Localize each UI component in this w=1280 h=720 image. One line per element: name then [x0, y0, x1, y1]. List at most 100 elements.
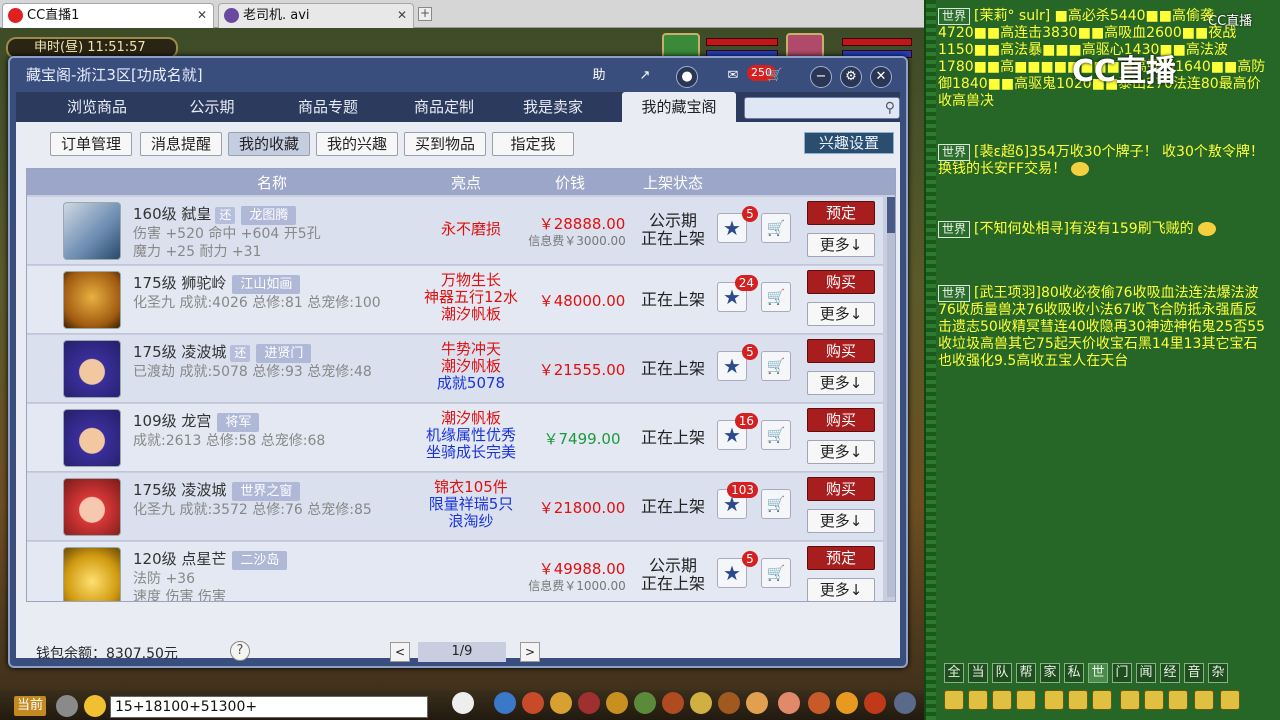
pet-icon[interactable] [452, 692, 474, 714]
tab-purchased[interactable]: 买到物品 [404, 132, 486, 156]
browser-tab-cc[interactable]: CC直播1 ✕ [2, 3, 214, 28]
add-to-cart-icon[interactable]: 🛒 [761, 351, 791, 381]
item-thumbnail[interactable] [63, 271, 121, 329]
help-button[interactable]: 助 [588, 66, 610, 88]
favorite-star-icon[interactable]: ★ 5 [717, 344, 758, 381]
favorite-star-icon[interactable]: ★ 5 [717, 551, 758, 588]
quest-icon[interactable] [578, 692, 600, 714]
chat-channel-tab[interactable]: 私 [1064, 663, 1084, 683]
add-to-cart-icon[interactable]: 🛒 [761, 420, 791, 450]
more-button[interactable]: 更多↓ [807, 509, 875, 533]
bubble-icon[interactable] [1168, 690, 1188, 710]
collapse-icon[interactable] [1220, 690, 1240, 710]
favorite-star-icon[interactable]: ★ 5 [717, 206, 758, 243]
more-button[interactable]: 更多↓ [807, 578, 875, 601]
smile-icon[interactable] [836, 692, 858, 714]
mic-icon[interactable] [56, 695, 78, 717]
tab-messages[interactable]: 消息提醒 [140, 132, 222, 156]
tab-assigned[interactable]: 指定我 [492, 132, 574, 156]
map-icon[interactable] [690, 692, 712, 714]
chat-channel-tab[interactable]: 杂 [1208, 663, 1228, 683]
next-page-button[interactable]: > [520, 642, 540, 662]
buy-button[interactable]: 购买 [807, 270, 875, 294]
share-icon[interactable]: ↗ [634, 66, 656, 88]
chat-channel-tab[interactable]: 当 [968, 663, 988, 683]
activity-icon[interactable] [808, 692, 830, 714]
table-row[interactable]: 160级 弑皇还龙图腾 伤害 +520 命中 +604 开5孔 魔力 +25 耐力 … [27, 197, 883, 265]
buy-button[interactable]: 购买 [807, 408, 875, 432]
table-row[interactable]: 175级 凌波城还进贤门 已渡劫 成就:5078 总修:93 总宠修:48 牛势冲天… [27, 335, 883, 403]
more-button[interactable]: 更多↓ [807, 371, 875, 395]
tab-topics[interactable]: 商品专题 [278, 92, 378, 122]
more-button[interactable]: 更多↓ [807, 302, 875, 326]
tab-custom[interactable]: 商品定制 [394, 92, 494, 122]
item-thumbnail[interactable] [63, 340, 121, 398]
chat-channel-tab[interactable]: 家 [1040, 663, 1060, 683]
table-row[interactable]: 120级 点星芒 二沙岛 法防 +36 速度 伤害 伤害 ￥49988.00 信息费￥10… [27, 542, 883, 601]
pen-icon[interactable] [1120, 690, 1140, 710]
settings-icon[interactable]: ⚙ [840, 66, 862, 88]
lock-icon[interactable] [1092, 690, 1112, 710]
chat-channel-tab[interactable]: 世 [1088, 663, 1108, 683]
table-row[interactable]: 109级 龙宫 将军 成就:2613 总修:58 总宠修:68 潮汐帆板 机缘属性优秀坐… [27, 404, 883, 472]
item-thumbnail[interactable] [63, 202, 121, 260]
scrollbar-thumb[interactable] [887, 197, 895, 233]
browser-tab-video[interactable]: 老司机. avi ✕ [218, 3, 414, 28]
channel-current-button[interactable]: 当前 [14, 696, 46, 716]
close-icon[interactable]: ✕ [397, 4, 407, 27]
add-to-cart-icon[interactable]: 🛒 [761, 489, 791, 519]
tab-orders[interactable]: 订单管理 [50, 132, 132, 156]
close-icon[interactable]: ✕ [197, 4, 207, 27]
message-icon[interactable]: ✉ [722, 66, 744, 88]
more-button[interactable]: 更多↓ [807, 440, 875, 464]
add-to-cart-icon[interactable]: 🛒 [761, 213, 791, 243]
copy-icon[interactable] [1144, 690, 1164, 710]
tab-seller[interactable]: 我是卖家 [508, 92, 598, 122]
list-icon[interactable] [1194, 690, 1214, 710]
tab-interests[interactable]: 我的兴趣 [316, 132, 398, 156]
reserve-button[interactable]: 预定 [807, 546, 875, 570]
buy-button[interactable]: 购买 [807, 477, 875, 501]
favorite-star-icon[interactable]: ★ 16 [717, 413, 758, 450]
arrow-down-icon[interactable] [992, 690, 1012, 710]
chat-channel-tab[interactable]: 闻 [1136, 663, 1156, 683]
interest-settings-button[interactable]: 兴趣设置 [804, 132, 894, 154]
reserve-button[interactable]: 预定 [807, 201, 875, 225]
favorite-star-icon[interactable]: ★ 103 [717, 482, 758, 519]
table-row[interactable]: 175级 狮驼岭 江山如画 化圣九 成就:4026 总修:81 总宠修:100 万物生… [27, 266, 883, 334]
team-icon[interactable] [606, 692, 628, 714]
emoji-icon[interactable] [84, 695, 106, 717]
trade-icon[interactable] [718, 692, 740, 714]
buy-button[interactable]: 购买 [807, 339, 875, 363]
chat-channel-tab[interactable]: 音 [1184, 663, 1204, 683]
search-icon[interactable]: ⚲ [885, 100, 895, 116]
scrollbar[interactable] [887, 197, 895, 597]
favorite-star-icon[interactable]: ★ 24 [717, 275, 758, 312]
table-row[interactable]: 175级 凌波城 世界之窗 化圣九 成就:3572 总修:76 总宠修:85 锦衣10… [27, 473, 883, 541]
shop-icon[interactable] [746, 692, 768, 714]
arrow-left-icon[interactable] [944, 690, 964, 710]
item-thumbnail[interactable] [63, 409, 121, 467]
system-icon[interactable] [864, 692, 886, 714]
monitor-icon[interactable] [894, 692, 916, 714]
add-to-cart-icon[interactable]: 🛒 [761, 558, 791, 588]
chat-channel-tab[interactable]: 队 [992, 663, 1012, 683]
cart-icon[interactable]: 🛒 [764, 66, 786, 88]
search-input[interactable]: ⚲ [744, 97, 900, 119]
close-button[interactable]: ✕ [870, 66, 892, 88]
tab-favorites[interactable]: 我的收藏 [228, 132, 310, 156]
chat-channel-tab[interactable]: 全 [944, 663, 964, 683]
item-thumbnail[interactable] [63, 478, 121, 536]
tool-icon[interactable] [494, 692, 516, 714]
chat-channel-tab[interactable]: 经 [1160, 663, 1180, 683]
record-icon[interactable]: ● [676, 66, 698, 88]
chat-channel-tab[interactable]: 帮 [1016, 663, 1036, 683]
help-icon[interactable]: ? [230, 641, 250, 661]
more-button[interactable]: 更多↓ [807, 233, 875, 257]
item-thumbnail[interactable] [63, 547, 121, 601]
tab-my-pavilion[interactable]: 我的藏宝阁 [622, 92, 736, 122]
friend-icon[interactable] [634, 692, 656, 714]
guild-icon[interactable] [662, 692, 684, 714]
skill-icon[interactable] [550, 692, 572, 714]
window-icon[interactable] [1068, 690, 1088, 710]
